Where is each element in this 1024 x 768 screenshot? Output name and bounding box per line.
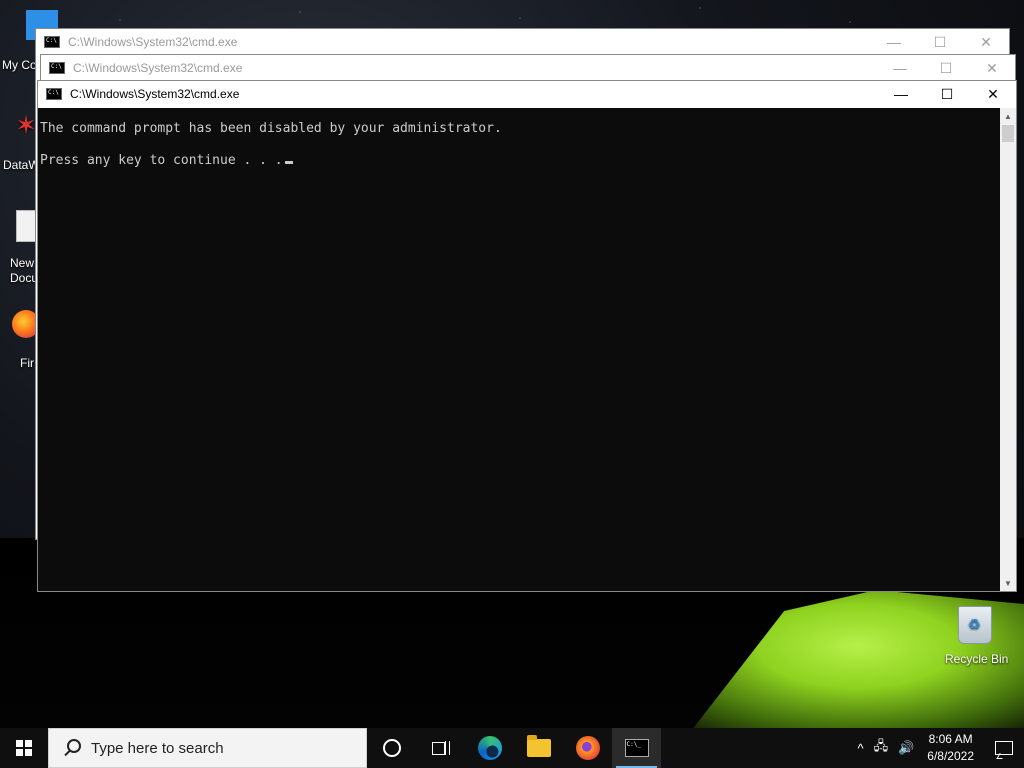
console-line-prompt: Press any key to continue . . . (40, 153, 1000, 169)
window-title: C:\Windows\System32\cmd.exe (70, 87, 240, 101)
recycle-bin-icon: ♻ (956, 600, 992, 644)
close-button[interactable]: ✕ (970, 81, 1016, 107)
cortana-icon (382, 739, 401, 757)
desktop-icon-label: Recycle Bin (945, 652, 1009, 666)
text-cursor (284, 161, 293, 164)
notification-button[interactable] (984, 728, 1024, 768)
title-bar[interactable]: C:\Windows\System32\cmd.exe — ☐ ✕ (38, 81, 1016, 107)
console-line: Press any key to continue . . . (40, 153, 283, 168)
taskbar: Type here to search ^ 🖧 🔊 8:06 AM 6/8/20… (0, 728, 1024, 768)
clock-time: 8:06 AM (928, 732, 973, 746)
firefox-button[interactable] (563, 728, 612, 768)
start-button[interactable] (0, 728, 48, 768)
file-explorer-button[interactable] (514, 728, 563, 768)
minimize-button[interactable]: — (877, 55, 923, 81)
window-title: C:\Windows\System32\cmd.exe (68, 35, 238, 49)
edge-icon (477, 736, 502, 760)
vertical-scrollbar[interactable]: ▲ ▼ (1000, 108, 1016, 591)
volume-icon[interactable]: 🔊 (898, 740, 914, 756)
desktop-icon-dataw[interactable]: ✶ DataW (0, 110, 40, 172)
scrollbar-thumb[interactable] (1002, 125, 1014, 142)
cmd-app-icon (49, 62, 65, 74)
console-output[interactable]: The command prompt has been disabled by … (38, 108, 1000, 591)
maximize-button[interactable]: ☐ (917, 29, 963, 55)
system-tray: ^ 🖧 🔊 8:06 AM 6/8/2022 (852, 728, 1024, 768)
network-icon[interactable]: 🖧 (874, 737, 889, 759)
scroll-up-icon[interactable]: ▲ (1000, 108, 1016, 124)
console-line: The command prompt has been disabled by … (40, 121, 502, 136)
close-button[interactable]: ✕ (963, 29, 1009, 55)
cmd-app-icon (44, 36, 60, 48)
desktop-icon-firefox[interactable]: Fir (0, 310, 40, 370)
desktop-icon-label: New Docu (10, 256, 39, 285)
desktop-icon-new-document[interactable]: New Docu (0, 210, 40, 285)
close-button[interactable]: ✕ (969, 55, 1015, 81)
search-placeholder: Type here to search (91, 739, 224, 757)
cmd-icon (624, 739, 649, 757)
maximize-button[interactable]: ☐ (924, 81, 970, 107)
chevron-up-icon[interactable]: ^ (857, 741, 863, 756)
scroll-down-icon[interactable]: ▼ (1000, 575, 1016, 591)
window-title: C:\Windows\System32\cmd.exe (73, 61, 243, 75)
task-view-icon (431, 741, 450, 755)
edge-button[interactable] (465, 728, 514, 768)
clock-date: 6/8/2022 (927, 749, 974, 763)
desktop-icon-label: Fir (20, 356, 34, 370)
task-view-button[interactable] (416, 728, 465, 768)
firefox-icon (575, 736, 600, 760)
minimize-button[interactable]: — (871, 29, 917, 55)
search-icon (61, 737, 83, 759)
minimize-button[interactable]: — (878, 81, 924, 107)
cortana-button[interactable] (367, 728, 416, 768)
file-explorer-icon (526, 735, 551, 757)
cmd-app-icon (46, 88, 62, 100)
windows-logo-icon (16, 740, 32, 756)
maximize-button[interactable]: ☐ (923, 55, 969, 81)
search-box[interactable]: Type here to search (48, 728, 367, 768)
title-bar[interactable]: C:\Windows\System32\cmd.exe — ☐ ✕ (36, 29, 1009, 55)
clock[interactable]: 8:06 AM 6/8/2022 (927, 731, 974, 765)
title-bar[interactable]: C:\Windows\System32\cmd.exe — ☐ ✕ (41, 55, 1015, 81)
cmd-window-active[interactable]: C:\Windows\System32\cmd.exe — ☐ ✕ The co… (37, 80, 1017, 592)
notification-icon (995, 741, 1013, 755)
desktop-icon-label: My Co (2, 58, 37, 72)
cmd-taskbar-button[interactable] (612, 728, 661, 768)
desktop-icon-recycle-bin[interactable]: ♻ Recycle Bin (940, 600, 1010, 666)
